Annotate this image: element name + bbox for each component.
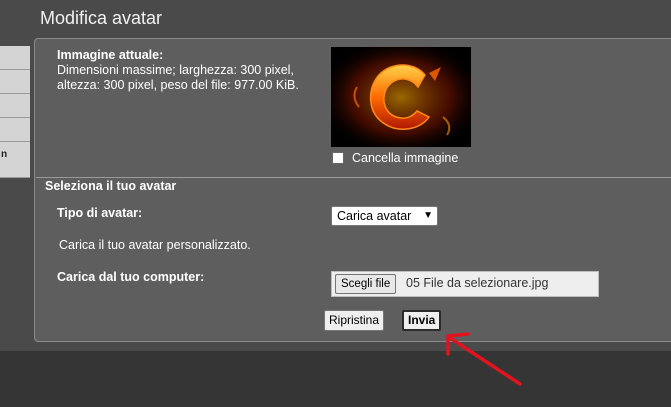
page-title: Modifica avatar bbox=[40, 8, 163, 28]
sidebar: n bbox=[0, 46, 30, 178]
delete-image-checkbox[interactable] bbox=[332, 152, 344, 164]
footer-band bbox=[0, 351, 671, 407]
file-input[interactable]: Scegli file 05 File da selezionare.jpg bbox=[331, 271, 599, 297]
sidebar-tab[interactable] bbox=[0, 118, 30, 142]
sidebar-tab[interactable] bbox=[0, 94, 30, 118]
sidebar-tab[interactable] bbox=[0, 46, 30, 70]
delete-image-label: Cancella immagine bbox=[352, 151, 459, 165]
submit-button[interactable]: Invia bbox=[402, 310, 442, 331]
reset-button[interactable]: Ripristina bbox=[324, 310, 385, 331]
section-divider bbox=[36, 177, 671, 178]
choose-file-button[interactable]: Scegli file bbox=[335, 274, 397, 294]
avatar-type-label: Tipo di avatar: bbox=[57, 206, 143, 220]
current-avatar-image bbox=[331, 47, 471, 147]
sidebar-tab[interactable] bbox=[0, 70, 30, 94]
current-image-info: Immagine attuale: Dimensioni massime; la… bbox=[57, 48, 327, 93]
current-image-label: Immagine attuale: bbox=[57, 48, 164, 62]
upload-label: Carica dal tuo computer: bbox=[57, 270, 205, 284]
sidebar-tab[interactable]: n bbox=[0, 142, 30, 178]
avatar-type-select[interactable]: Carica avatar ▼ bbox=[331, 206, 438, 226]
section-title: Seleziona il tuo avatar bbox=[45, 179, 177, 193]
flame-logo-icon bbox=[331, 47, 471, 147]
delete-image-row: Cancella immagine bbox=[332, 151, 458, 165]
avatar-type-value: Carica avatar bbox=[337, 209, 412, 223]
red-arrow-icon bbox=[446, 332, 522, 386]
upload-hint: Carica il tuo avatar personalizzato. bbox=[59, 238, 251, 252]
current-image-description: Dimensioni massime; larghezza: 300 pixel… bbox=[57, 63, 299, 92]
chevron-down-icon: ▼ bbox=[423, 210, 433, 221]
selected-file-name: 05 File da selezionare.jpg bbox=[406, 276, 549, 290]
